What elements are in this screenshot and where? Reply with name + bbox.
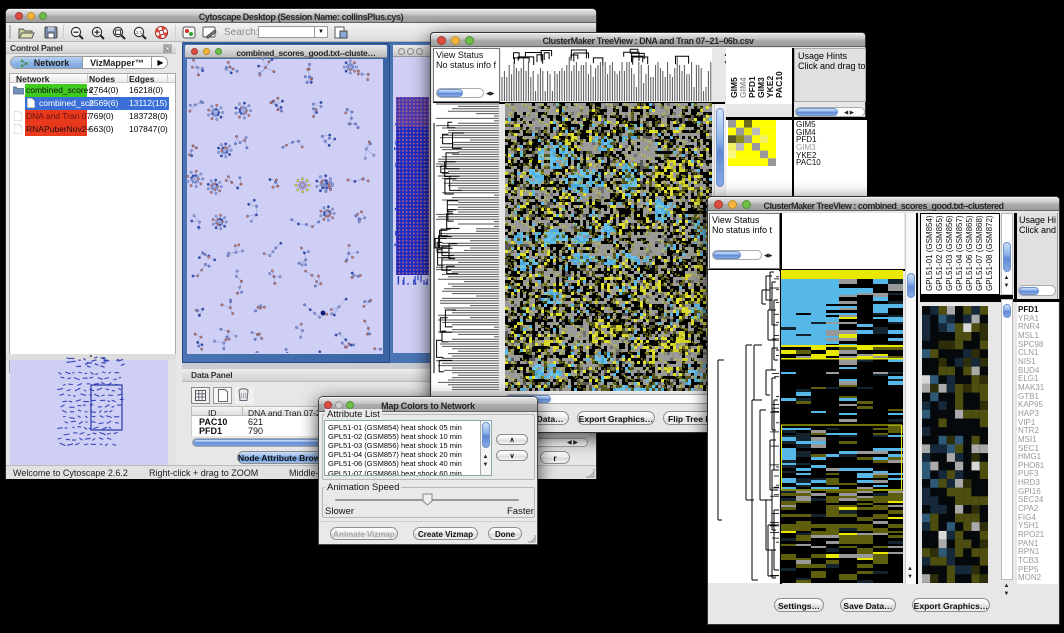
svg-text:1:1: 1:1 bbox=[136, 30, 143, 35]
